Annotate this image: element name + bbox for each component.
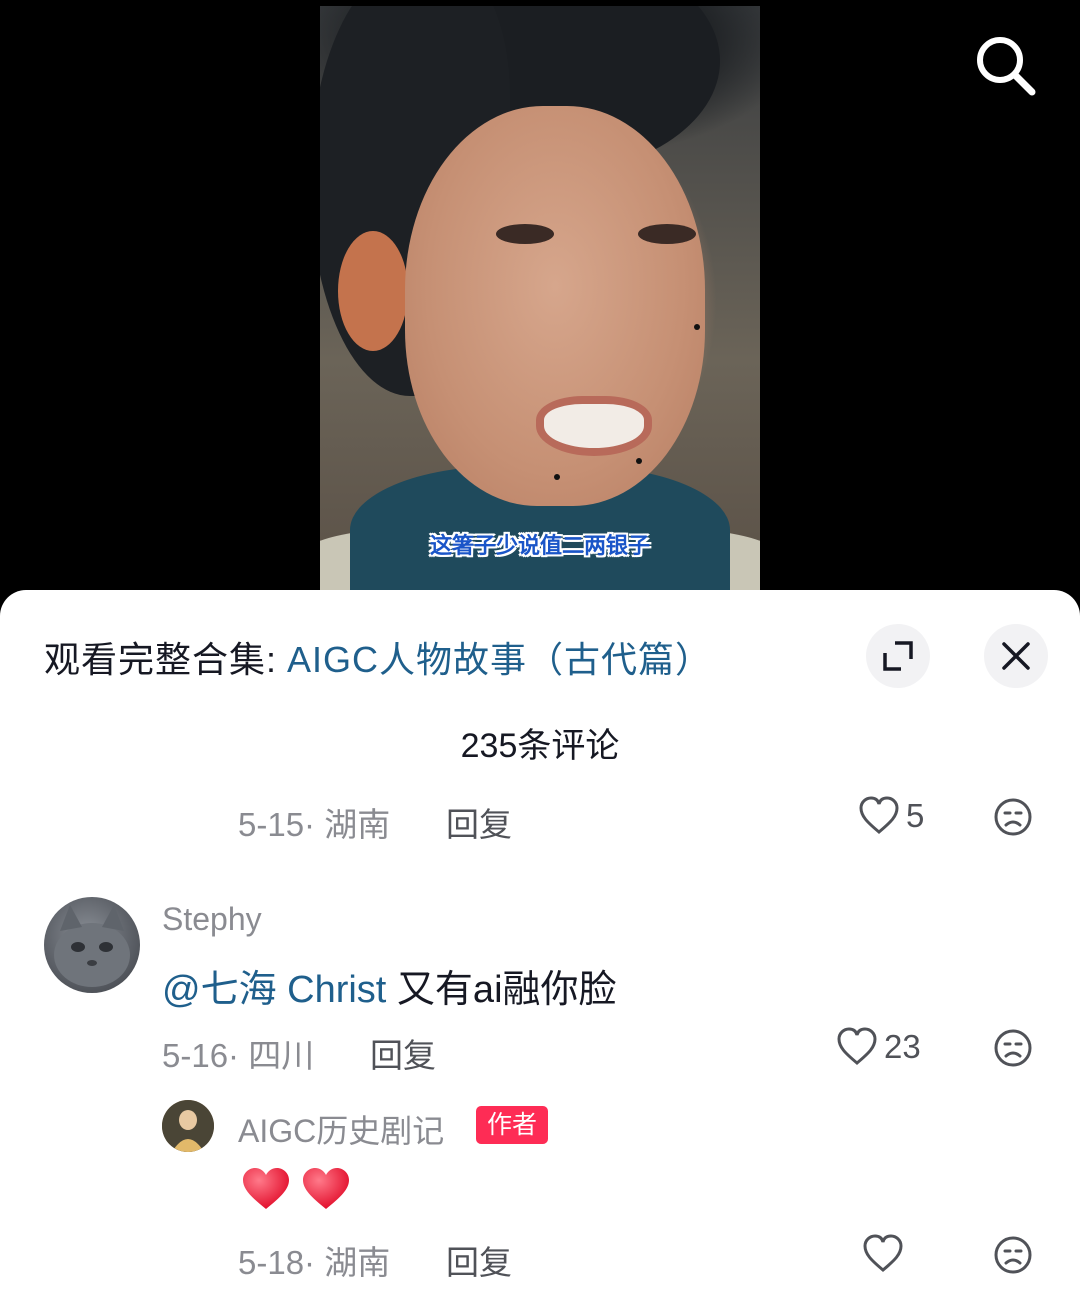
like-button[interactable]: 23 (836, 1027, 921, 1067)
author-avatar[interactable] (162, 1100, 214, 1152)
like-count: 23 (884, 1028, 921, 1065)
video-scene-mole (694, 324, 700, 330)
video-player[interactable]: 这箸子少说值二两银子 (0, 0, 1080, 600)
collection-row[interactable]: 观看完整合集: AIGC人物故事（古代篇） (44, 622, 712, 692)
like-button[interactable]: 5 (858, 796, 924, 836)
video-scene-eye-right (638, 224, 696, 244)
expand-icon (883, 641, 913, 671)
avatar[interactable] (44, 897, 140, 993)
dislike-icon[interactable] (993, 1235, 1033, 1275)
reply-button[interactable]: 回复 (446, 1236, 512, 1284)
collection-prefix: 观看完整合集: (44, 639, 278, 680)
heart-icon (863, 1234, 903, 1272)
comment-mention-link[interactable]: @七海 Christ (162, 969, 386, 1011)
comment-date-location: 5-16· 四川 (162, 1037, 315, 1074)
red-heart-icon (243, 1168, 289, 1209)
dislike-icon[interactable] (993, 797, 1033, 837)
red-heart-icon (303, 1168, 349, 1209)
reply-date-location: 5-18· 湖南 (238, 1244, 391, 1281)
video-scene-mouth (536, 396, 652, 456)
heart-icon (837, 1027, 877, 1065)
comment-body: 又有ai融你脸 (386, 969, 617, 1011)
video-frame[interactable]: 这箸子少说值二两银子 (320, 6, 760, 596)
comment-date-location: 5-15· 湖南 (238, 806, 391, 843)
video-scene-mole (554, 474, 560, 480)
heart-icon (859, 796, 899, 834)
reply-username[interactable]: AIGC历史剧记 (238, 1106, 444, 1152)
reply-button[interactable]: 回复 (370, 1029, 436, 1077)
comment-username[interactable]: Stephy (162, 901, 262, 938)
collection-link[interactable]: AIGC人物故事（古代篇） (287, 631, 712, 683)
close-icon (1002, 642, 1030, 670)
video-scene-mole (636, 458, 642, 464)
close-button[interactable] (984, 624, 1048, 688)
video-scene-eye-left (496, 224, 554, 244)
reply-emoji (240, 1166, 352, 1212)
like-button[interactable] (862, 1234, 904, 1274)
author-badge: 作者 (476, 1106, 549, 1144)
video-scene-ear (338, 231, 408, 351)
comment-text: @七海 Christ 又有ai融你脸 (162, 958, 617, 1013)
expand-button[interactable] (866, 624, 930, 688)
like-count: 5 (906, 797, 925, 834)
search-icon[interactable] (972, 32, 1038, 98)
reply-button[interactable]: 回复 (446, 798, 512, 846)
comments-panel: 观看完整合集: AIGC人物故事（古代篇） 235条评论 5-15· 湖南 回复… (0, 590, 1080, 1314)
video-subtitle: 这箸子少说值二两银子 (429, 533, 650, 559)
dislike-icon[interactable] (993, 1028, 1033, 1068)
comment-count: 235条评论 (460, 727, 620, 765)
